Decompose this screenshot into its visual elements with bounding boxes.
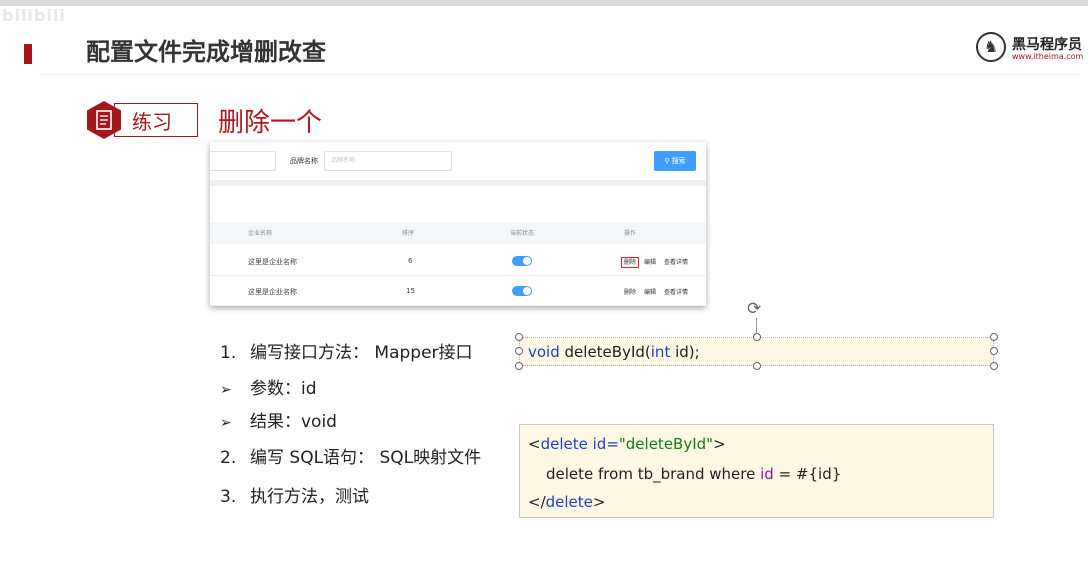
brand-list-screenshot: 品牌名称 品牌名称 ⚲ 搜索 企业名称 排序 当前状态 操作 这里是企业名称 6… xyxy=(210,142,706,306)
search-button[interactable]: ⚲ 搜索 xyxy=(654,151,696,171)
edit-link[interactable]: 编辑 xyxy=(644,257,656,266)
brand-name-input[interactable]: 品牌名称 xyxy=(324,151,452,171)
bilibili-watermark: bilibili xyxy=(2,6,66,25)
section-title: 删除一个 xyxy=(218,108,323,138)
resize-handle[interactable] xyxy=(753,362,761,370)
step-item: 3. 执行方法，测试 xyxy=(220,487,369,507)
header-actions: 操作 xyxy=(624,230,637,237)
header-company: 企业名称 xyxy=(248,230,273,237)
order-cell: 15 xyxy=(406,287,415,295)
top-strip xyxy=(0,0,1088,6)
step-item: ➢ 结果：void xyxy=(220,412,337,432)
section-separator xyxy=(210,180,706,186)
sql-statement: delete from tb_brand where id = #{id} xyxy=(546,465,842,483)
resize-handle[interactable] xyxy=(753,333,761,341)
logo-name: 黑马程序员 xyxy=(1012,37,1082,53)
slide-title: 配置文件完成增删改查 xyxy=(86,38,326,66)
step-item: 2. 编写 SQL语句： SQL映射文件 xyxy=(220,448,482,468)
resize-handle[interactable] xyxy=(990,333,998,341)
company-input[interactable] xyxy=(210,151,276,171)
resize-handle[interactable] xyxy=(515,347,523,355)
resize-handle[interactable] xyxy=(515,333,523,341)
view-details-link[interactable]: 查看详情 xyxy=(664,257,688,266)
itheima-logo: ♞ 黑马程序员 www.itheima.com xyxy=(976,32,1088,66)
brand-name-label: 品牌名称 xyxy=(290,157,318,165)
delete-link[interactable]: 删除 xyxy=(621,257,640,268)
logo-url: www.itheima.com xyxy=(1012,52,1084,61)
edit-link[interactable]: 编辑 xyxy=(644,287,656,296)
resize-handle[interactable] xyxy=(990,362,998,370)
title-accent-bar xyxy=(24,44,32,64)
resize-handle[interactable] xyxy=(515,362,523,370)
company-cell: 这里是企业名称 xyxy=(248,288,297,296)
order-cell: 6 xyxy=(408,257,413,265)
horse-logo-icon: ♞ xyxy=(976,32,1006,62)
delete-link[interactable]: 删除 xyxy=(624,287,636,296)
search-button-label: 搜索 xyxy=(671,157,686,165)
method-signature: void deleteById(int id); xyxy=(528,343,700,361)
status-toggle[interactable] xyxy=(512,256,532,266)
header-order: 排序 xyxy=(402,230,415,237)
header-status: 当前状态 xyxy=(510,230,535,237)
step-item: 1. 编写接口方法： Mapper接口 xyxy=(220,343,473,363)
xml-open-tag: <delete id="deleteById"> xyxy=(528,435,726,453)
resize-handle[interactable] xyxy=(990,347,998,355)
xml-close-tag: </delete> xyxy=(528,493,606,511)
company-cell: 这里是企业名称 xyxy=(248,258,297,266)
arrow-bullet-icon: ➢ xyxy=(220,415,232,431)
view-details-link[interactable]: 查看详情 xyxy=(664,287,688,296)
table-row: 这里是企业名称 6 删除 编辑 查看详情 xyxy=(210,246,706,276)
document-icon xyxy=(87,101,121,139)
badge-label: 练习 xyxy=(132,110,172,134)
status-toggle[interactable] xyxy=(512,286,532,296)
step-item: ➢ 参数：id xyxy=(220,379,317,399)
arrow-bullet-icon: ➢ xyxy=(220,382,232,398)
exercise-badge: 练习 xyxy=(84,100,198,140)
search-icon: ⚲ xyxy=(664,157,670,165)
table-row: 这里是企业名称 15 删除 编辑 查看详情 xyxy=(210,276,706,306)
title-divider xyxy=(40,74,1080,75)
xml-code-box: <delete id="deleteById"> delete from tb_… xyxy=(519,424,994,518)
table-header: 企业名称 排序 当前状态 操作 xyxy=(210,222,706,244)
rotate-handle-icon[interactable]: ⟳ xyxy=(747,299,761,319)
